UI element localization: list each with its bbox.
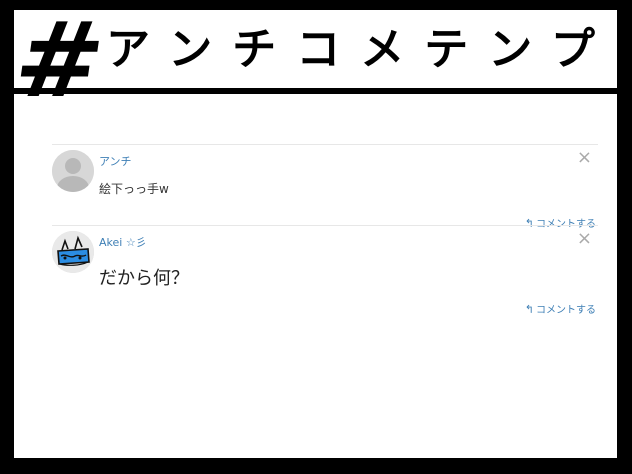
reply-button[interactable]: ↰ コメントする (525, 301, 596, 316)
avatar (52, 150, 94, 192)
comment-author[interactable]: アンチ (99, 153, 132, 169)
hash-mark: # (14, 10, 112, 121)
screenshot-frame: # アンチコメテンプレ アンチ × 絵下っっ手w ↰コメントする (14, 10, 617, 458)
comment-author[interactable]: Akei ☆彡 (99, 234, 147, 250)
close-icon[interactable]: × (577, 230, 592, 248)
avatar (52, 231, 94, 273)
default-user-avatar-icon (52, 150, 94, 192)
title-underline (14, 88, 617, 94)
close-icon[interactable]: × (577, 149, 592, 167)
comment-thread: アンチ × 絵下っっ手w ↰ コメントする Akei ☆彡 × だから何？ ↰ … (52, 144, 598, 326)
reply-label: コメントする (536, 305, 596, 316)
comment-text: だから何？ (99, 268, 189, 289)
comment-item: アンチ × 絵下っっ手w ↰ コメントする (52, 144, 598, 230)
comment-text: 絵下っっ手w (99, 182, 169, 196)
comment-item: Akei ☆彡 × だから何？ ↰ コメントする (52, 225, 598, 326)
reply-arrow-icon: ↰ (524, 303, 534, 316)
drawn-character-avatar-icon (52, 231, 94, 273)
page-title: アンチコメテンプレ (106, 24, 617, 75)
title-banner: # アンチコメテンプレ (14, 10, 617, 121)
